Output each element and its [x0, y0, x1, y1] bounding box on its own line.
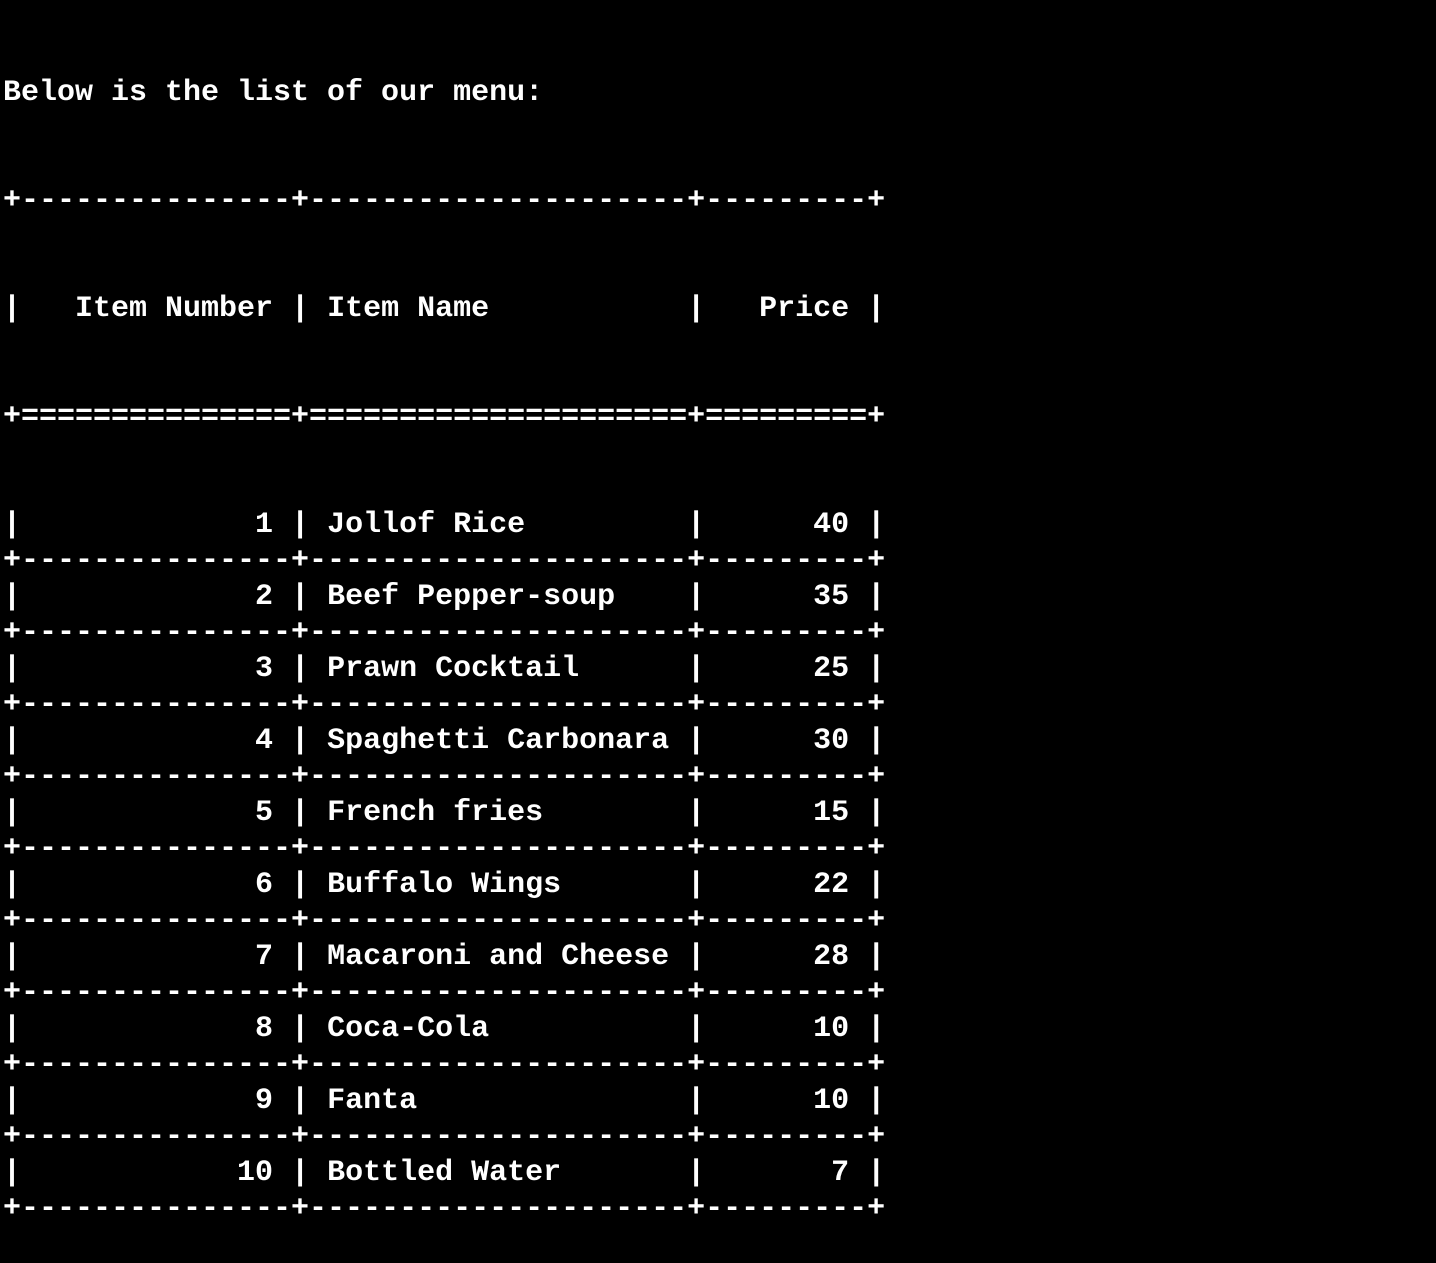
- item-number-cell: 3: [255, 652, 274, 686]
- item-name-cell: French fries: [327, 796, 544, 830]
- table-row-border: +---------------+---------------------+-…: [3, 544, 886, 578]
- table-row: | 2 | Beef Pepper-soup | 35 |: [3, 580, 886, 614]
- price-cell: 22: [813, 868, 850, 902]
- table-body: | 1 | Jollof Rice | 40 | +---------------…: [3, 507, 885, 1227]
- table-row: | 6 | Buffalo Wings | 22 |: [3, 868, 886, 902]
- item-number-cell: 9: [255, 1084, 274, 1118]
- table-row: | 9 | Fanta | 10 |: [3, 1084, 886, 1118]
- item-number-cell: 1: [255, 508, 274, 542]
- price-cell: 10: [813, 1012, 850, 1046]
- table-border-top: +---------------+---------------------+-…: [3, 184, 886, 218]
- price-cell: 35: [813, 580, 850, 614]
- price-cell: 30: [813, 724, 850, 758]
- table-row-border: +---------------+---------------------+-…: [3, 832, 886, 866]
- item-name-cell: Prawn Cocktail: [327, 652, 580, 686]
- price-cell: 7: [831, 1156, 850, 1190]
- table-row-border: +---------------+---------------------+-…: [3, 760, 886, 794]
- item-name-cell: Jollof Rice: [327, 508, 526, 542]
- item-number-cell: 10: [237, 1156, 274, 1190]
- table-row: | 10 | Bottled Water | 7 |: [3, 1156, 886, 1190]
- table-row-border: +---------------+---------------------+-…: [3, 1048, 886, 1082]
- table-row: | 8 | Coca-Cola | 10 |: [3, 1012, 886, 1046]
- item-number-cell: 8: [255, 1012, 274, 1046]
- item-number-cell: 4: [255, 724, 274, 758]
- price-cell: 15: [813, 796, 850, 830]
- item-name-cell: Bottled Water: [327, 1156, 562, 1190]
- item-name-cell: Beef Pepper-soup: [327, 580, 616, 614]
- item-name-cell: Spaghetti Carbonara: [327, 724, 670, 758]
- item-number-cell: 2: [255, 580, 274, 614]
- intro-text: Below is the list of our menu:: [3, 76, 544, 110]
- item-name-cell: Coca-Cola: [327, 1012, 490, 1046]
- price-cell: 28: [813, 940, 850, 974]
- item-name-cell: Macaroni and Cheese: [327, 940, 670, 974]
- table-row-border: +---------------+---------------------+-…: [3, 688, 886, 722]
- header-item-number: Item Number: [75, 292, 274, 326]
- table-row-border: +---------------+---------------------+-…: [3, 1192, 886, 1226]
- table-header-row: | Item Number | Item Name | Price |: [3, 292, 886, 326]
- item-name-cell: Buffalo Wings: [327, 868, 562, 902]
- table-row-border: +---------------+---------------------+-…: [3, 904, 886, 938]
- item-number-cell: 7: [255, 940, 274, 974]
- table-row-border: +---------------+---------------------+-…: [3, 1120, 886, 1154]
- table-row: | 1 | Jollof Rice | 40 |: [3, 508, 886, 542]
- terminal-output: Below is the list of our menu: +--------…: [3, 3, 885, 1263]
- item-number-cell: 6: [255, 868, 274, 902]
- table-header-separator: +===============+=====================+=…: [3, 400, 886, 434]
- header-price: Price: [759, 292, 850, 326]
- item-number-cell: 5: [255, 796, 274, 830]
- header-item-name: Item Name: [327, 292, 490, 326]
- price-cell: 40: [813, 508, 850, 542]
- item-name-cell: Fanta: [327, 1084, 418, 1118]
- table-row: | 7 | Macaroni and Cheese | 28 |: [3, 940, 886, 974]
- table-row-border: +---------------+---------------------+-…: [3, 616, 886, 650]
- price-cell: 10: [813, 1084, 850, 1118]
- table-row-border: +---------------+---------------------+-…: [3, 976, 886, 1010]
- table-row: | 4 | Spaghetti Carbonara | 30 |: [3, 724, 886, 758]
- table-row: | 5 | French fries | 15 |: [3, 796, 886, 830]
- table-row: | 3 | Prawn Cocktail | 25 |: [3, 652, 886, 686]
- price-cell: 25: [813, 652, 850, 686]
